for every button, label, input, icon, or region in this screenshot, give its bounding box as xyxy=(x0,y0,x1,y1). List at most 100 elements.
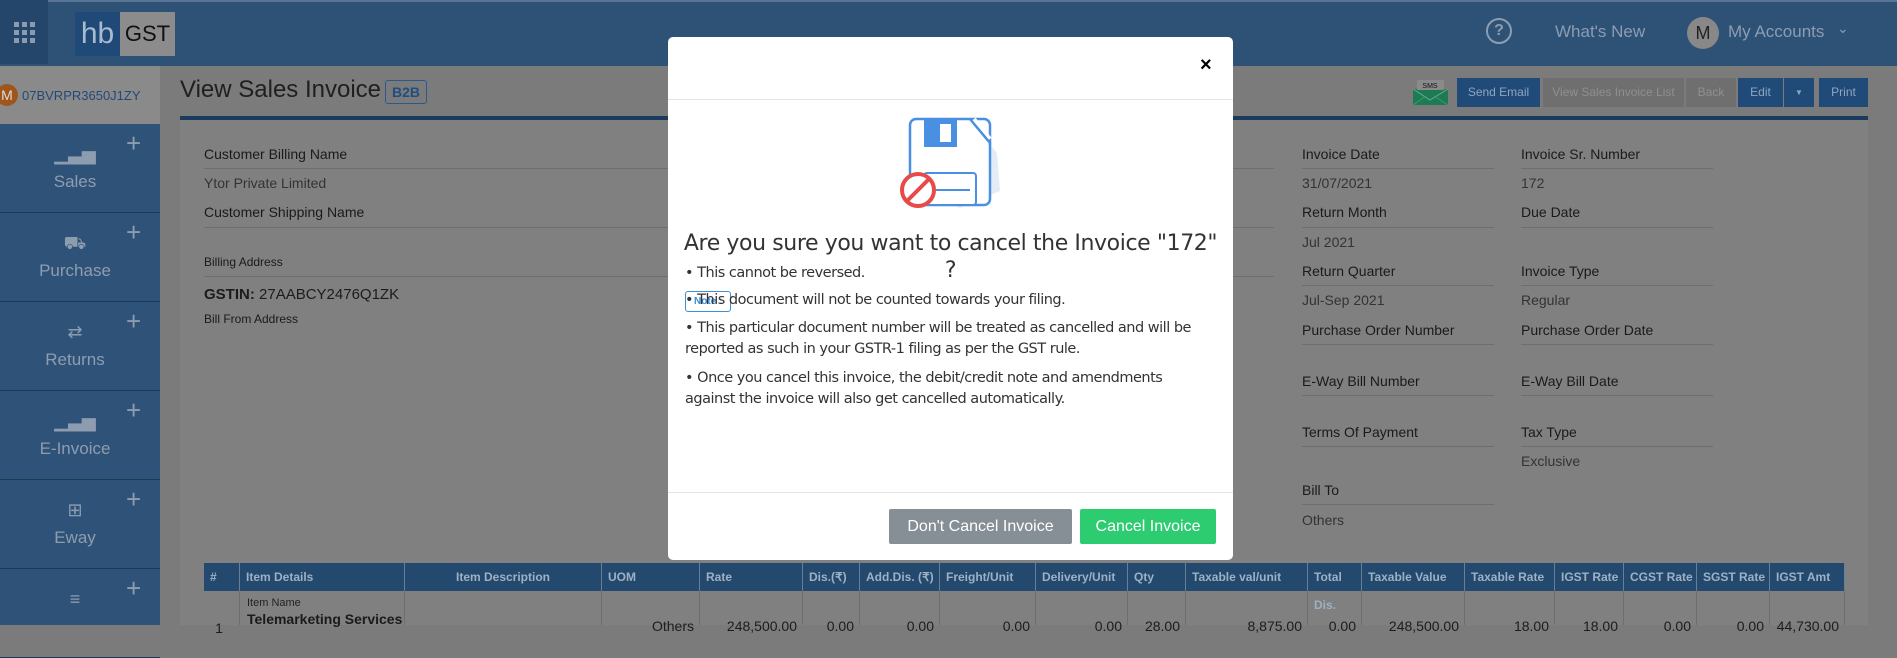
chevron-down-icon[interactable]: ⌄ xyxy=(1837,20,1849,37)
logo-gst: GST xyxy=(120,12,175,56)
account-initial: M xyxy=(0,84,18,106)
sidebar-item-eway[interactable]: ⊞ Eway + xyxy=(0,480,160,569)
cell-taxable-value: 248,500.00 xyxy=(1388,618,1459,634)
cell-sgst-rate: 0.00 xyxy=(1736,618,1764,634)
apps-menu-button[interactable] xyxy=(0,0,48,64)
sidebar-item-more[interactable]: ≡ + xyxy=(0,569,160,658)
plus-icon[interactable]: + xyxy=(126,395,141,426)
gstin-value: 27AABCY2476Q1ZK xyxy=(259,286,400,303)
column-header[interactable]: Taxable val/unit xyxy=(1186,563,1308,591)
sidebar-item-purchase[interactable]: ⛟ Purchase + xyxy=(0,213,160,302)
help-icon[interactable]: ? xyxy=(1486,18,1512,44)
invoice-type: Regular xyxy=(1521,292,1571,308)
column-header[interactable]: CGST Rate xyxy=(1624,563,1697,591)
close-icon[interactable]: × xyxy=(1200,54,1212,77)
sidebar-item-label: Sales xyxy=(53,172,97,191)
back-button[interactable]: Back xyxy=(1686,78,1736,107)
column-header[interactable]: UOM xyxy=(602,563,700,591)
return-month: Jul 2021 xyxy=(1302,234,1355,250)
cell-igst-amt: 44,730.00 xyxy=(1776,618,1839,634)
edit-button[interactable]: Edit xyxy=(1738,78,1783,107)
table-cell xyxy=(405,591,602,625)
my-accounts-menu[interactable]: My Accounts xyxy=(1728,22,1824,42)
invoice-sr-label: Invoice Sr. Number xyxy=(1521,146,1641,162)
view-list-button[interactable]: View Sales Invoice List xyxy=(1543,78,1684,107)
column-header[interactable]: Taxable Value xyxy=(1362,563,1465,591)
cancel-invoice-modal: × Are you sure you want to cancel the In… xyxy=(668,37,1233,560)
column-header[interactable]: # xyxy=(204,563,240,591)
sidebar-item-label: Purchase xyxy=(39,261,111,280)
plus-icon[interactable]: + xyxy=(126,484,141,515)
billing-name-value: Ytor Private Limited xyxy=(204,175,327,191)
sidebar-item-label: E-Invoice xyxy=(39,439,111,458)
column-header[interactable]: Delivery/Unit xyxy=(1036,563,1128,591)
column-header[interactable]: Item Description xyxy=(405,563,602,591)
cell-igst-rate: 18.00 xyxy=(1582,618,1618,634)
edit-dropdown-caret-icon[interactable]: ▼ xyxy=(1784,78,1814,107)
bill-to: Others xyxy=(1302,512,1345,528)
cell-uom: Others xyxy=(651,618,694,634)
po-number-label: Purchase Order Number xyxy=(1302,322,1455,338)
terms-label: Terms Of Payment xyxy=(1302,424,1418,440)
plus-icon[interactable]: + xyxy=(126,306,141,337)
note-bullet: • This cannot be reversed. xyxy=(685,265,865,281)
gstin-label: GSTIN: xyxy=(204,286,255,303)
print-button[interactable]: Print xyxy=(1819,78,1868,107)
invoice-type-badge: B2B xyxy=(385,80,428,104)
cell-taxable-unit: 8,875.00 xyxy=(1247,618,1303,634)
cancel-invoice-button[interactable]: Cancel Invoice xyxy=(1080,509,1216,544)
invoice-date-label: Invoice Date xyxy=(1302,146,1380,162)
page-title: View Sales Invoice xyxy=(180,76,381,103)
cell-total-dis: 0.00 xyxy=(1328,618,1356,634)
dont-cancel-button[interactable]: Don't Cancel Invoice xyxy=(889,509,1072,544)
hbgst-logo[interactable]: hb GST xyxy=(75,12,175,56)
avatar[interactable]: M xyxy=(1687,17,1719,49)
column-header[interactable]: SGST Rate xyxy=(1697,563,1770,591)
note-bullet: • This particular document number will b… xyxy=(685,320,1191,357)
bill-from-address-label: Bill From Address xyxy=(204,312,299,326)
return-quarter: Jul-Sep 2021 xyxy=(1302,292,1385,308)
send-email-button[interactable]: Send Email xyxy=(1457,78,1540,107)
column-header[interactable]: Dis.(₹) xyxy=(803,563,860,591)
sidebar-item-label: Returns xyxy=(45,350,105,369)
plus-icon[interactable]: + xyxy=(126,128,141,159)
sms-email-icon[interactable]: SMS xyxy=(1412,80,1449,106)
invoice-type-label: Invoice Type xyxy=(1521,263,1600,279)
shipping-name-label: Customer Shipping Name xyxy=(204,204,365,220)
note-bullet: • Once you cancel this invoice, the debi… xyxy=(685,370,1163,407)
column-header[interactable]: IGST Rate xyxy=(1555,563,1624,591)
billing-name-label: Customer Billing Name xyxy=(204,146,348,162)
column-header[interactable]: Freight/Unit xyxy=(940,563,1036,591)
column-header[interactable]: Item Details xyxy=(240,563,405,591)
column-header[interactable]: Rate xyxy=(700,563,803,591)
column-header[interactable]: IGST Amt xyxy=(1770,563,1845,591)
plus-icon[interactable]: + xyxy=(126,217,141,248)
svg-text:SMS: SMS xyxy=(1422,83,1438,90)
floppy-cancel-icon xyxy=(896,115,1006,220)
whats-new-link[interactable]: What's New xyxy=(1555,22,1645,42)
po-date-label: Purchase Order Date xyxy=(1521,322,1654,338)
return-quarter-label: Return Quarter xyxy=(1302,263,1396,279)
cell-cgst-rate: 0.00 xyxy=(1663,618,1691,634)
sidebar-item-sales[interactable]: ▁▃▅ Sales + xyxy=(0,124,160,213)
account-selector[interactable]: M 07BVRPR3650J1ZY xyxy=(0,66,160,124)
due-date-label: Due Date xyxy=(1521,204,1581,220)
column-header[interactable]: Total Dis. xyxy=(1308,563,1362,612)
sidebar-item-returns[interactable]: ⇄ Returns + xyxy=(0,302,160,391)
bill-to-label: Bill To xyxy=(1302,482,1340,498)
cell-delivery: 0.00 xyxy=(1094,618,1122,634)
cell-add-dis: 0.00 xyxy=(906,618,934,634)
apps-grid-icon xyxy=(13,21,35,43)
invoice-date: 31/07/2021 xyxy=(1302,175,1373,191)
sidebar-item-e-invoice[interactable]: ▁▃▅ E-Invoice + xyxy=(0,391,160,480)
note-bullet: • This document will not be counted towa… xyxy=(685,292,1066,308)
column-header[interactable]: Add.Dis. (₹) xyxy=(860,563,940,591)
column-header[interactable]: Qty xyxy=(1128,563,1186,591)
cell-num: 1 xyxy=(215,620,223,636)
cell-taxable-rate: 18.00 xyxy=(1513,618,1549,634)
tax-type-label: Tax Type xyxy=(1521,424,1577,440)
column-header[interactable]: Taxable Rate xyxy=(1465,563,1555,591)
invoice-sr: 172 xyxy=(1521,175,1545,191)
plus-icon[interactable]: + xyxy=(126,573,141,604)
cell-qty: 28.00 xyxy=(1144,618,1180,634)
